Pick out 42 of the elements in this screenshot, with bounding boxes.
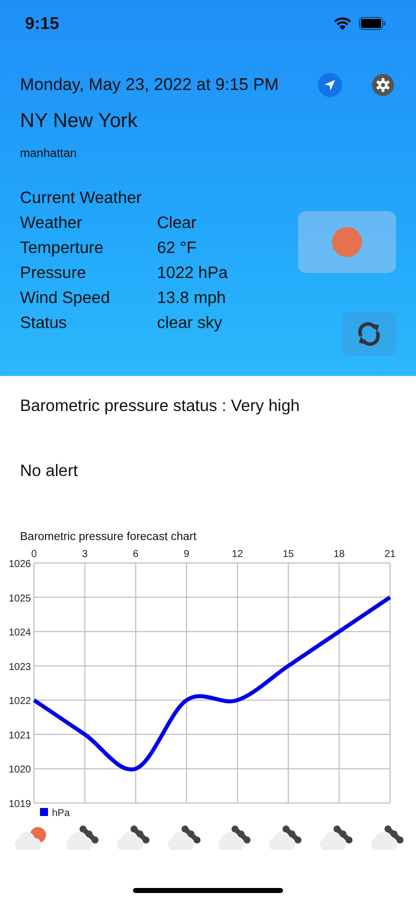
- date-time-label: Monday, May 23, 2022 at 9:15 PM: [20, 74, 279, 96]
- y-tick-label: 1024: [8, 627, 31, 638]
- status-time: 9:15: [25, 12, 60, 35]
- weather-value: 62 °F: [157, 238, 197, 258]
- dot-icon: [332, 227, 362, 257]
- x-tick-label: 3: [82, 548, 88, 560]
- x-tick-label: 6: [132, 548, 138, 560]
- x-tick-label: 12: [232, 548, 243, 560]
- weather-label: Status: [20, 312, 68, 334]
- y-tick-label: 1025: [8, 593, 31, 604]
- battery-icon: [359, 17, 386, 30]
- y-tick-label: 1020: [8, 764, 31, 776]
- x-tick-label: 0: [31, 548, 37, 560]
- x-tick-label: 9: [184, 548, 190, 560]
- alert-text: No alert: [19, 460, 79, 482]
- refresh-icon: [356, 321, 382, 347]
- x-tick-label: 15: [282, 548, 294, 560]
- y-tick-label: 1022: [8, 696, 31, 707]
- y-tick-label: 1023: [8, 662, 31, 673]
- y-tick-label: 1021: [8, 730, 31, 742]
- city-name: NY New York: [20, 108, 138, 134]
- weather-label: Temperture: [20, 238, 104, 258]
- weather-value: 13.8 mph: [157, 288, 226, 308]
- wifi-icon: [334, 17, 351, 30]
- y-tick-label: 1019: [8, 798, 31, 810]
- section-title: Current Weather: [20, 188, 143, 208]
- district-name: manhattan: [20, 144, 78, 162]
- chart-title: Barometric pressure forecast chart: [19, 530, 198, 544]
- refresh-button[interactable]: [342, 312, 396, 356]
- weather-label: Wind Speed: [20, 288, 111, 308]
- pressure-status-text: Barometric pressure status : Very high: [19, 396, 301, 417]
- weather-label: Pressure: [20, 262, 88, 284]
- settings-icon[interactable]: [372, 74, 394, 96]
- weather-label: Weather: [20, 212, 84, 234]
- x-tick-label: 18: [334, 548, 345, 560]
- legend-label: hPa: [52, 808, 70, 819]
- legend-swatch: [40, 808, 48, 816]
- x-tick-label: 21: [384, 548, 396, 560]
- y-tick-label: 1026: [8, 558, 31, 570]
- weather-value: 1022 hPa: [157, 262, 228, 284]
- weather-value: Clear: [157, 212, 196, 234]
- weather-value: clear sky: [157, 312, 222, 334]
